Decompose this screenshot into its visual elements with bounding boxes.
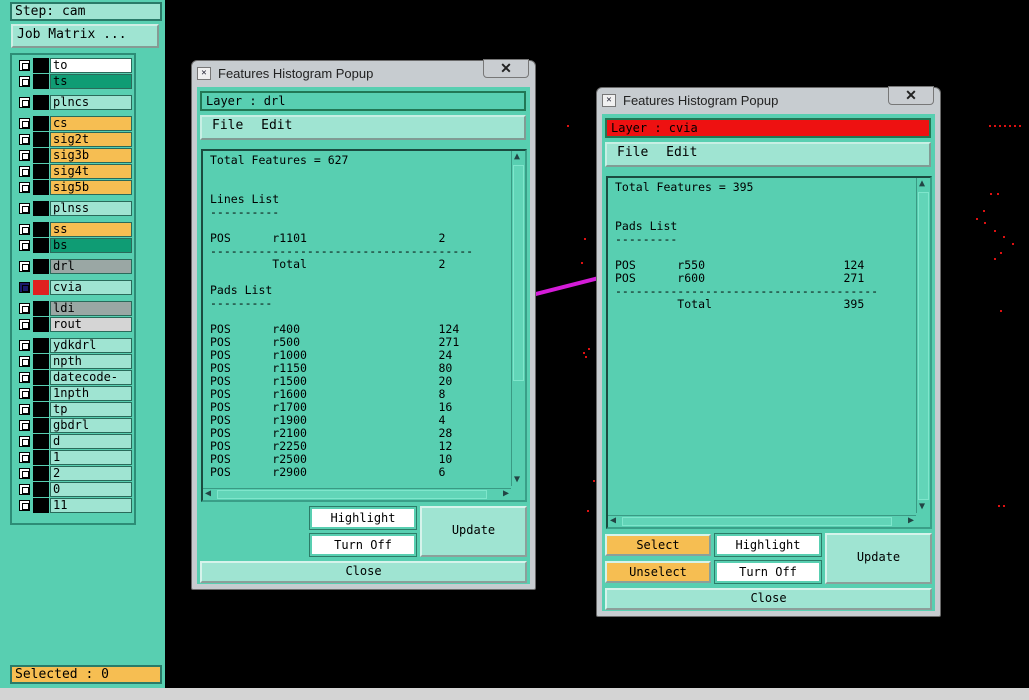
scroll-right-icon[interactable]: ▶ xyxy=(908,516,914,526)
update-button[interactable]: Update xyxy=(825,533,932,584)
layer-field: Layer : drl xyxy=(200,91,526,111)
vertical-scrollbar[interactable]: ▲ ▼ xyxy=(916,178,930,513)
menu-bar: File Edit xyxy=(200,115,526,140)
close-button[interactable]: Close xyxy=(605,588,932,610)
select-button[interactable]: Select xyxy=(605,534,711,556)
window-icon: ✕ xyxy=(197,67,211,80)
layer-field: Layer : cvia xyxy=(605,118,931,138)
histogram-text: Total Features = 395 Pads List ---------… xyxy=(615,180,879,311)
highlight-button[interactable]: Highlight xyxy=(714,533,822,557)
scroll-down-icon[interactable]: ▼ xyxy=(919,502,925,512)
menu-file[interactable]: File xyxy=(212,117,243,135)
scroll-right-icon[interactable]: ▶ xyxy=(503,489,509,499)
scroll-down-icon[interactable]: ▼ xyxy=(514,475,520,485)
hscroll-thumb[interactable] xyxy=(622,517,892,526)
popup-body: Layer : cvia File Edit Total Features = … xyxy=(602,114,935,611)
update-button[interactable]: Update xyxy=(420,506,527,557)
scroll-thumb[interactable] xyxy=(513,165,524,381)
vertical-scrollbar[interactable]: ▲ ▼ xyxy=(511,151,525,486)
menu-file[interactable]: File xyxy=(617,144,648,162)
scroll-left-icon[interactable]: ◀ xyxy=(205,489,211,499)
histogram-list: Total Features = 395 Pads List ---------… xyxy=(606,176,932,529)
menu-edit[interactable]: Edit xyxy=(666,144,697,162)
scroll-up-icon[interactable]: ▲ xyxy=(919,179,925,189)
horizontal-scrollbar[interactable]: ◀ ▶ xyxy=(203,488,511,500)
horizontal-scrollbar[interactable]: ◀ ▶ xyxy=(608,515,916,527)
histogram-popup-drl: ✕ Features Histogram Popup ✕ Layer : drl… xyxy=(191,59,536,590)
turn-off-button[interactable]: Turn Off xyxy=(714,560,822,584)
menu-edit[interactable]: Edit xyxy=(261,117,292,135)
close-button[interactable]: Close xyxy=(200,561,527,583)
popup-body: Layer : drl File Edit Total Features = 6… xyxy=(197,87,530,584)
scroll-left-icon[interactable]: ◀ xyxy=(610,516,616,526)
histogram-list: Total Features = 627 Lines List --------… xyxy=(201,149,527,502)
unselect-button[interactable]: Unselect xyxy=(605,561,711,583)
highlight-button[interactable]: Highlight xyxy=(309,506,417,530)
histogram-text: Total Features = 627 Lines List --------… xyxy=(210,153,474,479)
popup-title: Features Histogram Popup xyxy=(623,93,779,108)
popup-title: Features Histogram Popup xyxy=(218,66,374,81)
close-window-button[interactable]: ✕ xyxy=(888,86,934,105)
hscroll-thumb[interactable] xyxy=(217,490,487,499)
close-window-button[interactable]: ✕ xyxy=(483,59,529,78)
turn-off-button[interactable]: Turn Off xyxy=(309,533,417,557)
histogram-popup-cvia: ✕ Features Histogram Popup ✕ Layer : cvi… xyxy=(596,86,941,617)
menu-bar: File Edit xyxy=(605,142,931,167)
scroll-thumb[interactable] xyxy=(918,192,929,500)
scroll-up-icon[interactable]: ▲ xyxy=(514,152,520,162)
window-icon: ✕ xyxy=(602,94,616,107)
